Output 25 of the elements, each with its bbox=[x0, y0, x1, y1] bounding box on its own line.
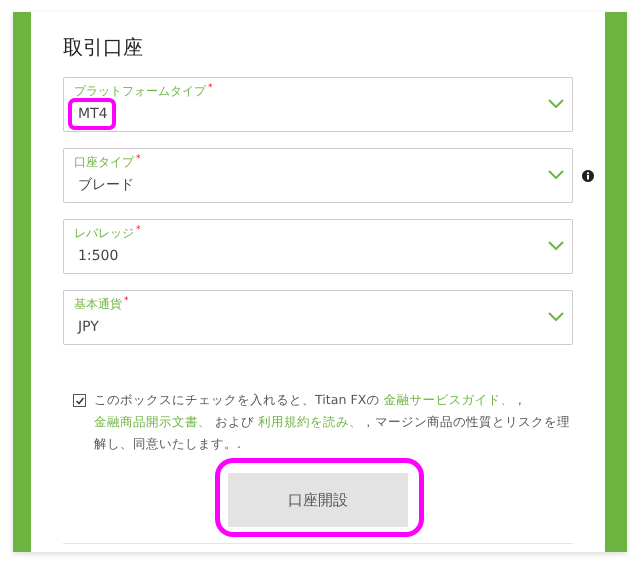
select-field[interactable]: 基本通貨 * JPY bbox=[63, 290, 573, 345]
select-field[interactable]: レバレッジ * 1:500 bbox=[63, 219, 573, 274]
field-value: 1:500 bbox=[77, 248, 118, 264]
required-mark: * bbox=[208, 83, 212, 93]
field-value: ブレード bbox=[77, 177, 134, 193]
field-value: MT4 bbox=[77, 106, 108, 122]
chevron-down-icon bbox=[548, 241, 564, 251]
field-label: 基本通貨 bbox=[74, 297, 122, 311]
open-account-button[interactable]: 口座開設 bbox=[228, 473, 408, 527]
field-value: JPY bbox=[76, 319, 99, 335]
chevron-down-icon bbox=[548, 170, 564, 180]
info-icon[interactable] bbox=[582, 170, 594, 182]
select-field[interactable]: 口座タイプ * ブレード bbox=[63, 148, 573, 203]
select-field[interactable]: プラットフォームタイプ * MT4 bbox=[63, 77, 573, 132]
required-mark: * bbox=[136, 225, 140, 235]
section-title: 取引口座 bbox=[63, 34, 144, 61]
field-label: プラットフォームタイプ bbox=[74, 84, 206, 98]
field-label: レバレッジ bbox=[74, 226, 134, 240]
checkbox[interactable] bbox=[73, 394, 86, 407]
agreement-text: このボックスにチェックを入れると、Titan FXの 金融サービスガイド、， 金融商品開示文書、 および 利用規約を読み、，マージン商品の性質とリスクを理解し、同意いたします。. bbox=[94, 391, 572, 453]
field-label: 口座タイプ bbox=[74, 155, 134, 169]
chevron-down-icon bbox=[548, 99, 564, 109]
chevron-down-icon bbox=[548, 312, 564, 322]
required-mark: * bbox=[136, 154, 140, 164]
required-mark: * bbox=[124, 296, 128, 306]
